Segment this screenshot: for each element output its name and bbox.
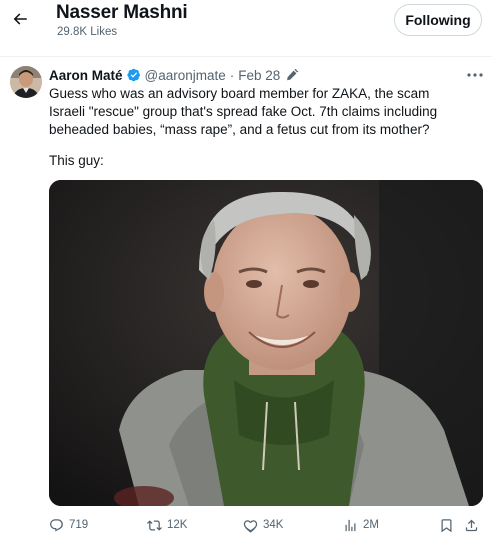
photo-illustration [49,180,483,506]
back-button[interactable] [8,7,32,31]
repost-count: 12K [167,519,188,531]
views-chart-icon [345,519,356,531]
bookmark-icon [441,518,451,532]
share-button[interactable] [462,516,480,534]
tweet-actions-bar: 719 12K 34K 2M [0,514,492,536]
tweet-text: Guess who was an advisory board member f… [49,86,438,137]
edited-pencil-icon[interactable] [285,68,299,82]
reply-button[interactable]: 719 [49,516,88,534]
author-name[interactable]: Aaron Maté [49,68,123,83]
views-count: 2M [363,519,379,531]
tweet-author-row: Aaron Maté @aaronjmate · Feb 28 [49,66,299,84]
profile-header: Nasser Mashni 29.8K Likes Following [0,0,492,44]
avatar[interactable] [10,66,42,98]
reply-icon [50,518,63,532]
like-count: 34K [263,519,284,531]
profile-name: Nasser Mashni [56,2,188,23]
separator-dot: · [229,67,235,83]
views-button[interactable]: 2M [343,516,379,534]
bookmark-button[interactable] [437,516,455,534]
avatar-image [10,66,42,98]
tweet-text-second-paragraph: This guy: [49,153,104,168]
author-handle[interactable]: @aaronjmate [145,68,226,83]
tweet-photo[interactable] [49,180,483,506]
like-button[interactable]: 34K [243,516,283,534]
more-options-button[interactable] [466,68,484,82]
following-button[interactable]: Following [394,4,482,36]
verified-badge-icon [126,68,141,82]
reply-count: 719 [69,519,89,531]
share-icon [465,519,477,531]
repost-button[interactable]: 12K [147,516,187,534]
tweet-date[interactable]: Feb 28 [238,68,280,83]
arrow-left-icon [13,13,27,25]
divider [0,56,492,57]
heart-icon [243,519,258,533]
repost-icon [147,519,162,531]
more-dots-icon [467,73,483,77]
likes-count: 29.8K Likes [57,26,118,38]
